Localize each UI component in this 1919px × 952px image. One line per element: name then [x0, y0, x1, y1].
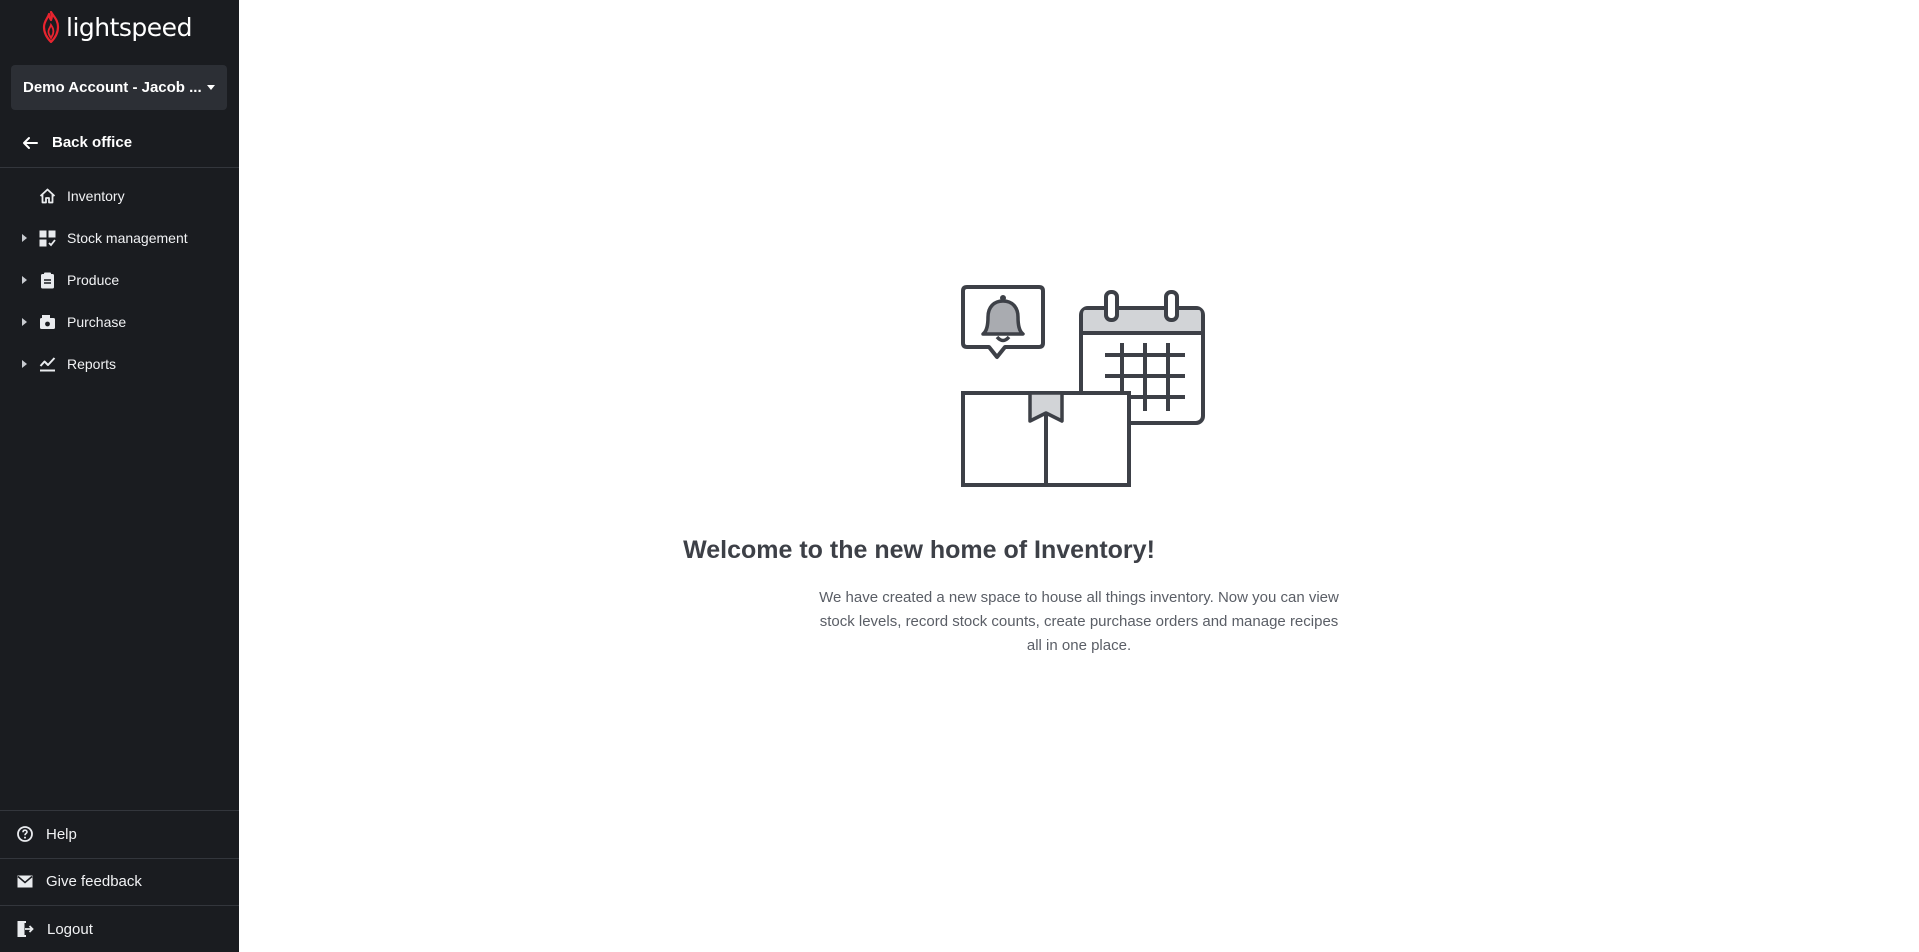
sidebar-item-inventory[interactable]: Inventory	[0, 175, 239, 217]
home-icon	[38, 187, 56, 205]
chevron-down-icon	[207, 85, 215, 90]
welcome-title: Welcome to the new home of Inventory!	[683, 536, 1155, 564]
help-label: Help	[46, 825, 77, 843]
register-icon	[38, 313, 56, 331]
clipboard-icon	[38, 271, 56, 289]
logout-link[interactable]: Logout	[0, 905, 239, 952]
notification-bell-icon	[961, 285, 1045, 359]
sidebar-item-label: Reports	[67, 356, 117, 372]
welcome-description: We have created a new space to house all…	[819, 589, 1339, 654]
box-icon	[961, 391, 1131, 487]
lightspeed-logo[interactable]: lightspeed	[40, 10, 192, 44]
logo-text: lightspeed	[66, 12, 192, 42]
stock-grid-icon	[38, 229, 56, 247]
logout-icon	[17, 921, 34, 938]
account-name: Demo Account - Jacob ...	[23, 79, 201, 96]
sidebar-item-stock-management[interactable]: Stock management	[0, 217, 239, 259]
question-circle-icon	[17, 826, 33, 843]
give-feedback-link[interactable]: Give feedback	[0, 857, 239, 906]
sidebar-item-produce[interactable]: Produce	[0, 259, 239, 301]
sidebar-item-reports[interactable]: Reports	[0, 343, 239, 385]
main-content: Welcome to the new home of Inventory! We…	[239, 0, 1919, 952]
envelope-icon	[17, 875, 33, 888]
back-office-link[interactable]: Back office	[0, 118, 239, 168]
sidebar-item-purchase[interactable]: Purchase	[0, 301, 239, 343]
sidebar-footer: Help Give feedback Logout	[0, 810, 239, 952]
chevron-right-icon	[22, 360, 27, 368]
sidebar: lightspeed Demo Account - Jacob ... Back…	[0, 0, 239, 952]
arrow-left-icon	[23, 136, 38, 149]
logout-label: Logout	[47, 920, 93, 938]
sidebar-item-label: Stock management	[67, 230, 188, 246]
sidebar-nav: Inventory Stock management Produce Purch…	[0, 175, 239, 385]
chevron-right-icon	[22, 276, 27, 284]
inventory-welcome-illustration	[961, 285, 1205, 487]
chevron-right-icon	[22, 234, 27, 242]
sidebar-item-label: Purchase	[67, 314, 127, 330]
help-link[interactable]: Help	[0, 810, 239, 858]
sidebar-item-label: Produce	[67, 272, 120, 288]
flame-logo-icon	[42, 11, 60, 43]
back-office-label: Back office	[52, 134, 133, 151]
account-selector[interactable]: Demo Account - Jacob ...	[11, 65, 227, 110]
give-feedback-label: Give feedback	[46, 873, 142, 891]
chart-icon	[38, 355, 56, 373]
chevron-right-icon	[22, 318, 27, 326]
sidebar-item-label: Inventory	[67, 188, 125, 204]
